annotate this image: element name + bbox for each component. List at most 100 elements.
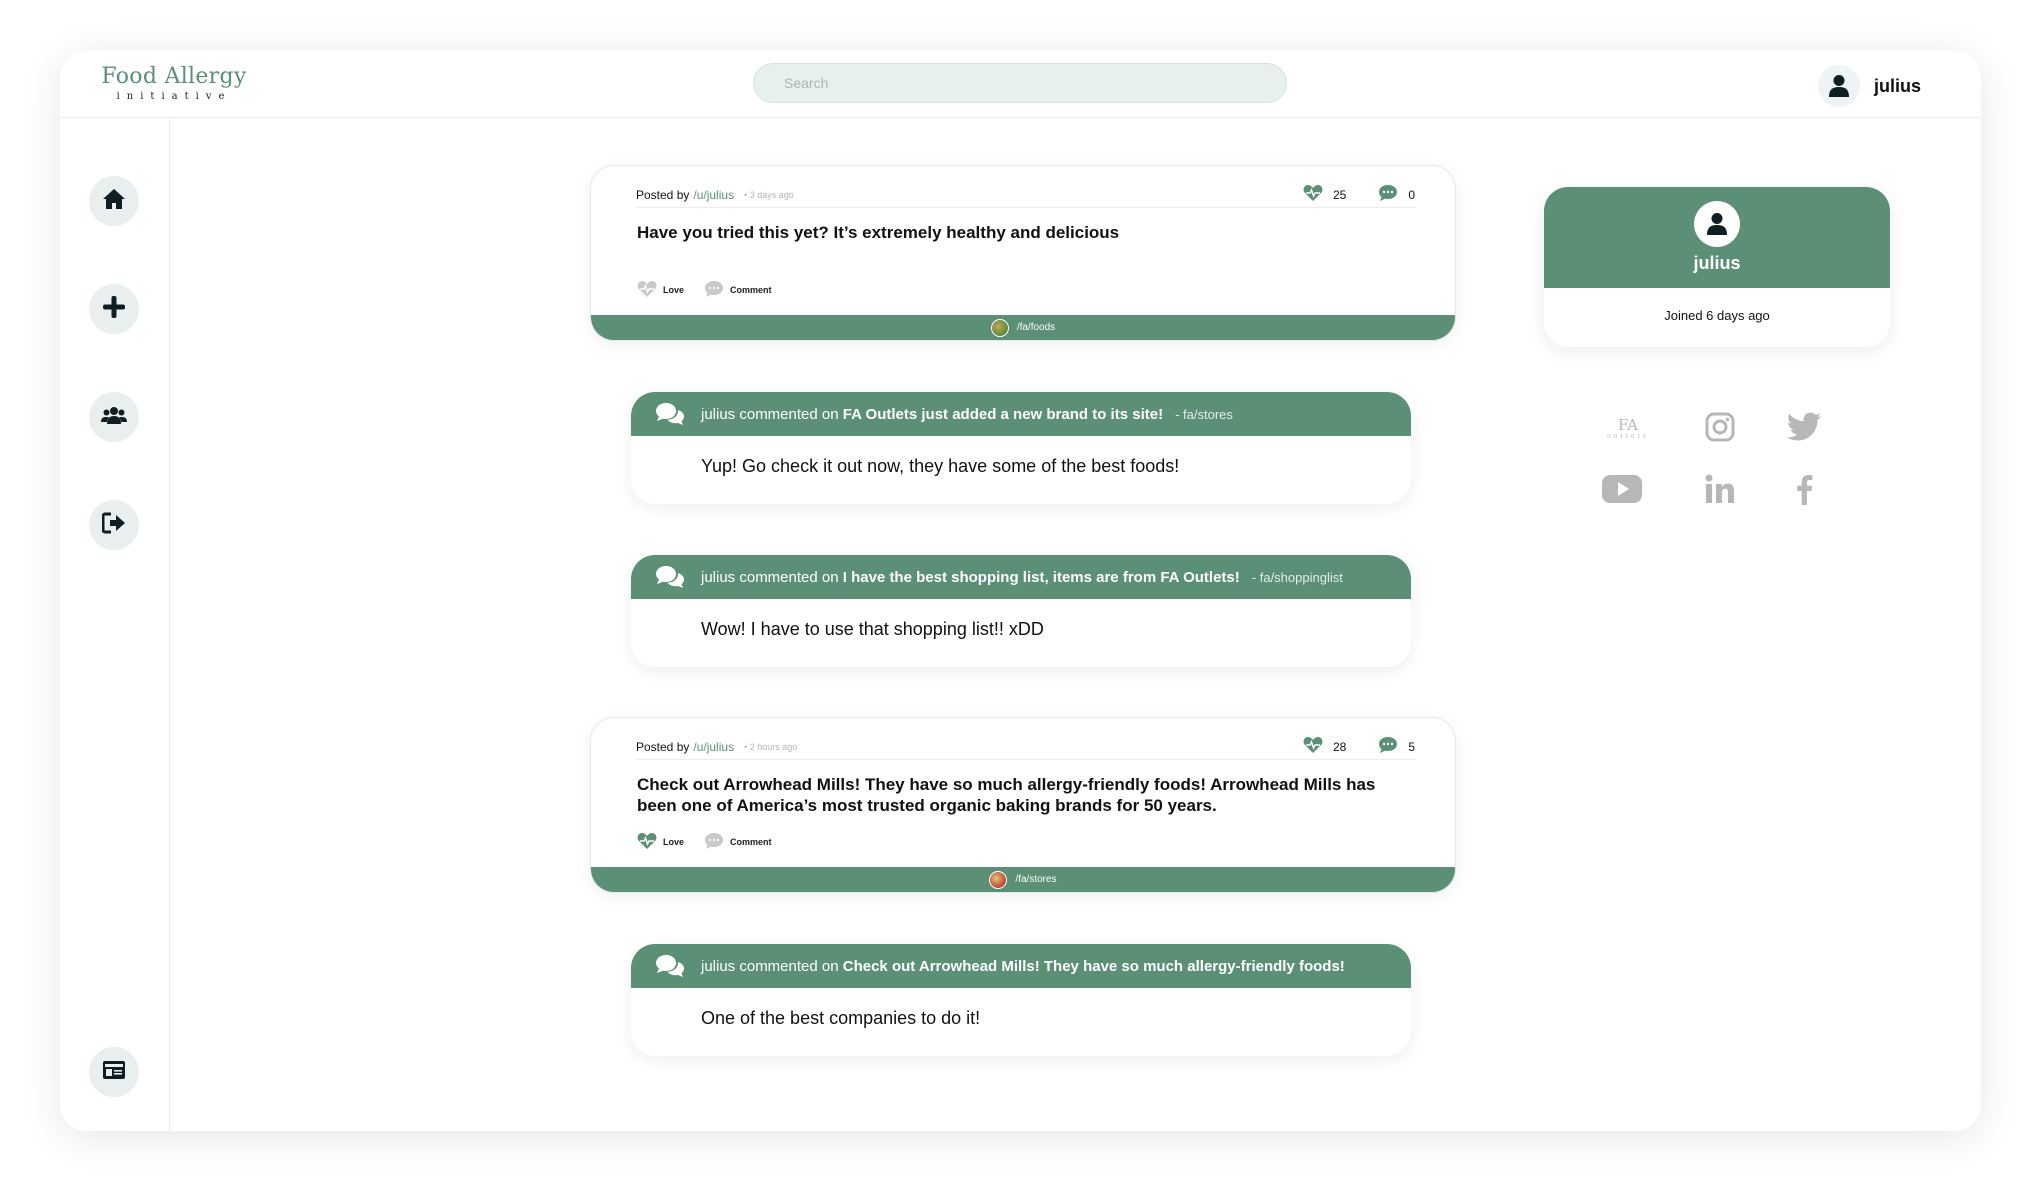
search-input[interactable] [753,63,1287,103]
twitter-link[interactable] [1782,407,1826,451]
comment-card[interactable]: julius commented on Check out Arrowhead … [631,944,1411,1056]
post-timestamp: • 3 days ago [744,189,794,200]
instagram-icon [1705,412,1735,447]
love-count-value: 25 [1332,187,1347,202]
comment-activity-text: julius commented on FA Outlets just adde… [701,406,1163,423]
heart-pulse-icon [637,832,657,852]
comment-activity-text: julius commented on I have the best shop… [701,569,1240,586]
comment-count-value: 0 [1408,187,1415,202]
social-links: FA outlets [1590,407,1850,517]
heart-pulse-icon [637,280,657,300]
post-author-link[interactable]: /u/julius [693,188,734,202]
communities-button[interactable] [89,392,139,442]
fa-outlets-main-text: FA [1618,416,1638,434]
post-actions: Love Comment [637,280,772,300]
love-button[interactable]: Love [637,280,684,300]
user-menu[interactable]: julius [1817,65,1921,107]
posted-by-label: Posted by [636,187,690,202]
youtube-icon [1601,474,1643,509]
love-count-value: 28 [1332,739,1347,754]
comment-header: julius commented on Check out Arrowhead … [631,944,1411,988]
logout-button[interactable] [89,500,139,550]
love-button-label: Love [663,285,685,295]
post-header: Posted by /u/julius • 3 days ago 25 0 [636,182,1415,208]
comment-count-value: 5 [1408,739,1415,754]
app-window: Food Allergy initiative julius [60,51,1981,1131]
comment-bubble-icon [704,832,724,852]
comment-post-link[interactable]: Check out Arrowhead Mills! They have so … [843,958,1345,975]
comment-prefix: julius commented on [701,405,843,423]
comment-text: Yup! Go check it out now, they have some… [701,456,1180,476]
instagram-link[interactable] [1698,407,1742,451]
comments-icon [655,954,685,978]
user-avatar-icon[interactable] [1817,65,1860,107]
post-author-link[interactable]: /u/julius [693,740,734,754]
post-header: Posted by /u/julius • 2 hours ago 28 5 [636,734,1415,760]
post-card[interactable]: Posted by /u/julius • 3 days ago 25 0 Ha… [590,165,1456,341]
post-title[interactable]: Have you tried this yet? It’s extremely … [637,222,1385,243]
comments-icon [655,565,685,589]
comment-community[interactable]: - fa/stores [1175,407,1233,422]
comment-card[interactable]: julius commented on FA Outlets just adde… [631,392,1411,504]
love-count: 28 [1303,736,1346,757]
profile-card-button[interactable] [89,1047,139,1097]
comment-header: julius commented on I have the best shop… [631,555,1411,599]
comments-icon [655,402,685,426]
community-avatar [989,870,1008,889]
comment-prefix: julius commented on [701,568,843,586]
youtube-link[interactable] [1600,469,1644,513]
food-allergy-logo[interactable]: Food Allergy initiative [94,64,254,103]
love-button-label: Love [663,837,685,847]
comment-activity-text: julius commented on Check out Arrowhead … [701,958,1345,975]
home-icon [102,188,126,215]
heart-pulse-icon [1303,736,1323,757]
header-username[interactable]: julius [1874,76,1921,97]
comment-post-link[interactable]: I have the best shopping list, items are… [843,569,1240,586]
love-count: 25 [1303,184,1346,205]
post-community-bar[interactable]: /fa/stores [591,867,1455,892]
users-icon [101,405,127,430]
comment-card[interactable]: julius commented on I have the best shop… [631,555,1411,667]
profile-joined-date: Joined 6 days ago [1664,308,1770,323]
comment-bubble-icon [1378,736,1398,757]
profile-avatar-icon [1694,201,1740,247]
linkedin-link[interactable] [1698,469,1742,513]
create-post-button[interactable] [89,284,139,334]
heart-pulse-icon [1303,184,1323,205]
post-community-name[interactable]: /fa/foods [1017,322,1055,333]
post-community-bar[interactable]: /fa/foods [591,315,1455,340]
profile-username: julius [1693,253,1741,273]
profile-card[interactable]: julius Joined 6 days ago [1544,187,1890,347]
comment-count: 5 [1378,736,1415,757]
logout-icon [101,512,126,539]
comment-count: 0 [1378,184,1415,205]
comment-community[interactable]: - fa/shoppinglist [1252,570,1343,585]
comment-post-link[interactable]: FA Outlets just added a new brand to its… [843,406,1163,423]
post-stats: 28 5 [1303,736,1415,757]
facebook-icon [1795,473,1813,510]
plus-icon [102,295,126,324]
post-card[interactable]: Posted by /u/julius • 2 hours ago 28 5 C… [590,717,1456,893]
comment-prefix: julius commented on [701,957,843,975]
post-timestamp: • 2 hours ago [744,741,798,752]
profile-card-header: julius [1544,187,1890,288]
twitter-icon [1786,412,1822,447]
comment-button-label: Comment [730,837,772,847]
comment-text: Wow! I have to use that shopping list!! … [701,619,1044,639]
comment-button[interactable]: Comment [704,832,772,852]
comment-button-label: Comment [730,285,772,295]
comment-button[interactable]: Comment [704,280,772,300]
fa-outlets-logo[interactable]: FA outlets [1606,407,1650,451]
logo-main-text: Food Allergy [101,64,247,89]
fa-outlets-sub-text: outlets [1607,433,1649,440]
love-button[interactable]: Love [637,832,684,852]
post-title[interactable]: Check out Arrowhead Mills! They have so … [637,774,1385,816]
facebook-link[interactable] [1782,469,1826,513]
home-button[interactable] [89,176,139,226]
comment-bubble-icon [704,280,724,300]
post-stats: 25 0 [1303,184,1415,205]
comment-bubble-icon [1378,184,1398,205]
posted-by-label: Posted by [636,739,690,754]
post-community-name[interactable]: /fa/stores [1015,874,1056,885]
id-card-icon [102,1060,126,1085]
